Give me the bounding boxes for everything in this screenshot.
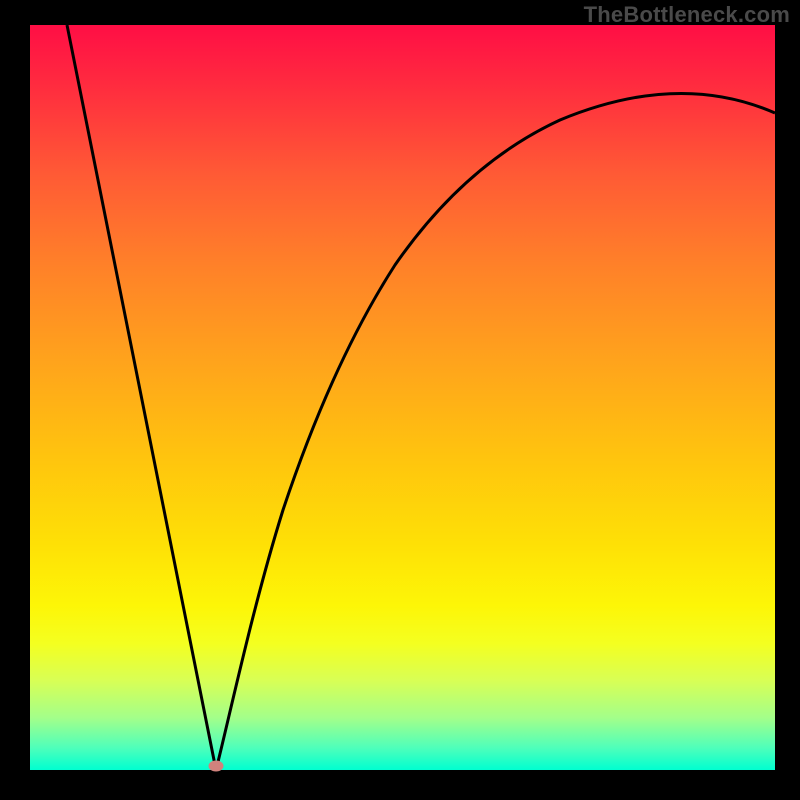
minimum-point-marker — [209, 761, 224, 772]
curve-path — [67, 25, 775, 770]
chart-frame: TheBottleneck.com — [0, 0, 800, 800]
watermark-text: TheBottleneck.com — [584, 2, 790, 28]
bottleneck-curve — [30, 25, 775, 770]
